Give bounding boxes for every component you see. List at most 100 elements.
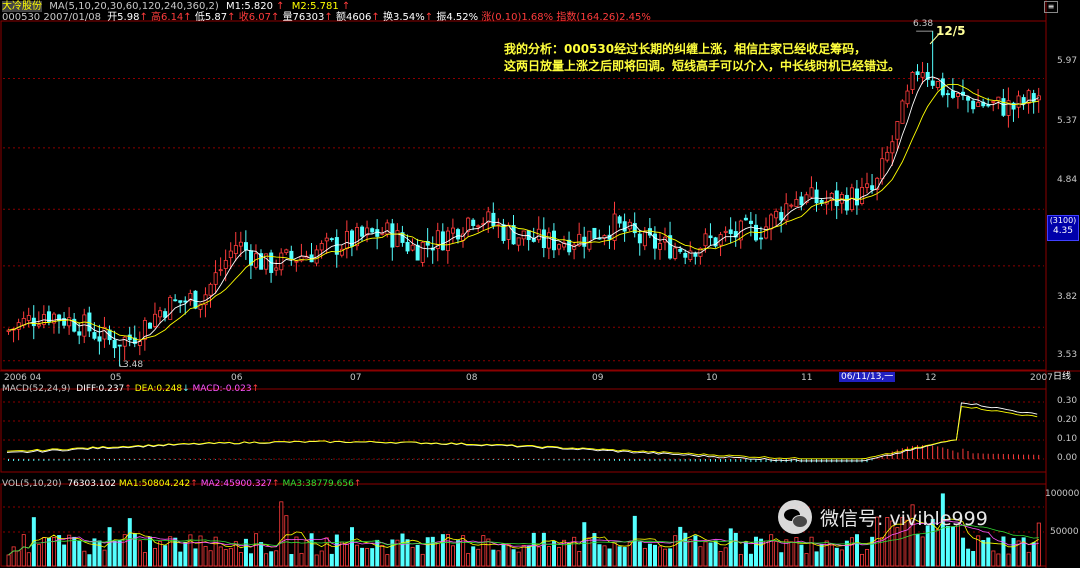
stock-name[interactable]: 大冷股份	[2, 1, 42, 12]
volume-bar	[16, 550, 21, 567]
arrow-up-icon: ↑	[183, 12, 192, 23]
volume-bar	[642, 547, 647, 567]
candle-body	[440, 231, 445, 251]
candle-body	[168, 296, 173, 320]
volume-bar	[168, 536, 173, 567]
macd-axis-020: 0.20	[1057, 415, 1078, 425]
watermark-text: 微信号: vivible999	[820, 508, 988, 530]
time-label-12: 12	[925, 373, 937, 383]
volume-bar	[62, 544, 67, 567]
arrow-up-icon: ↑	[276, 1, 285, 12]
candle-body	[147, 322, 152, 329]
candle-body	[511, 225, 516, 245]
period-label[interactable]: 日线	[1053, 372, 1071, 382]
candle-body	[895, 121, 900, 140]
volume-bar	[531, 532, 536, 567]
macd-panel	[6, 402, 1040, 463]
candle-body	[420, 241, 425, 263]
vol-ma2: MA2:45900.327	[200, 479, 273, 489]
arrow-up-icon: ↑	[324, 12, 333, 23]
arrow-up-icon: ↑	[251, 384, 260, 394]
volume-bar	[516, 551, 521, 567]
volume-bar	[925, 525, 930, 567]
arrow-up-icon: ↑	[190, 479, 198, 489]
candle-body	[557, 244, 562, 250]
volume-bar	[203, 546, 208, 567]
volume-bar	[1006, 553, 1011, 567]
ma-params: MA(5,10,20,30,60,120,240,360,2)	[49, 1, 219, 12]
candle-body	[915, 71, 920, 76]
candle-body	[1001, 98, 1006, 116]
candle-body	[36, 324, 41, 327]
volume-bar	[385, 554, 390, 567]
volume-bar	[254, 533, 259, 567]
volume-bar	[860, 553, 865, 567]
volume-bar	[259, 542, 264, 567]
volume-bar	[274, 550, 279, 567]
vol-title: VOL(5,10,20)	[2, 479, 62, 489]
volume-bar	[314, 554, 319, 567]
volume-bar	[370, 548, 375, 567]
volume-bar	[304, 539, 309, 567]
volume-bar	[355, 544, 360, 567]
m1-value: M1:5.820	[225, 1, 273, 12]
panel-toggle-icon[interactable]: ≡	[1044, 1, 1058, 13]
volume-bar	[471, 546, 476, 567]
candle-body	[173, 299, 178, 302]
volume-bar	[774, 541, 779, 567]
candle-body	[238, 241, 243, 247]
candle-body	[870, 185, 875, 191]
candle-body	[764, 226, 769, 239]
volume-bar	[713, 540, 718, 567]
volume-bar	[420, 553, 425, 567]
time-label-2007: 2007	[1030, 373, 1053, 383]
volume-bar	[440, 534, 445, 567]
volume-bar	[622, 547, 627, 567]
volume-bar	[708, 542, 713, 567]
volume-bar	[238, 552, 243, 567]
volume-bar	[425, 537, 430, 567]
volume-bar	[289, 554, 294, 567]
candle-body	[658, 243, 663, 250]
volume-bar	[839, 549, 844, 567]
volume-bar	[329, 553, 334, 567]
candle-body	[456, 229, 461, 240]
candle-body	[844, 194, 849, 211]
volume-bar	[97, 540, 102, 567]
close-value: 收6.07	[238, 12, 271, 23]
volume-bar	[127, 518, 132, 567]
candle-body	[521, 230, 526, 240]
volume-bar	[430, 536, 435, 567]
volume-bar	[319, 550, 324, 567]
volume-bar	[445, 534, 450, 567]
candle-body	[743, 217, 748, 221]
volume-bar	[415, 544, 420, 567]
volume-bar	[153, 547, 158, 567]
volume-bar	[218, 546, 223, 567]
volume-bar	[511, 549, 516, 567]
volume-bar	[481, 535, 486, 567]
volume-bar	[991, 550, 996, 567]
candle-body	[218, 269, 223, 272]
volume-bar	[703, 541, 708, 567]
analysis-line-2: 这两日放量上涨之后即将回调。短线高手可以介入，中长线时机已经错过。	[504, 59, 901, 73]
candle-body	[855, 188, 860, 206]
volume-bar	[718, 551, 723, 567]
vol-axis-100000: 100000	[1045, 489, 1080, 499]
candle-body	[319, 243, 324, 251]
arrow-up-icon: ↑	[227, 12, 236, 23]
volume-bar	[112, 541, 117, 567]
volume-bar	[986, 537, 991, 567]
volume-bar	[764, 540, 769, 567]
volume-bar	[779, 552, 784, 567]
candle-body	[77, 331, 82, 336]
volume-bar	[92, 538, 97, 567]
volume-bar	[77, 540, 82, 567]
low-price-mark: 3.48	[123, 360, 144, 370]
volume-bar	[496, 550, 501, 567]
arrow-up-icon: ↑	[424, 12, 434, 23]
time-label-06: 06	[231, 373, 243, 383]
candle-body	[16, 322, 21, 330]
volume-bar	[223, 549, 228, 567]
time-label-05: 05	[110, 373, 122, 383]
